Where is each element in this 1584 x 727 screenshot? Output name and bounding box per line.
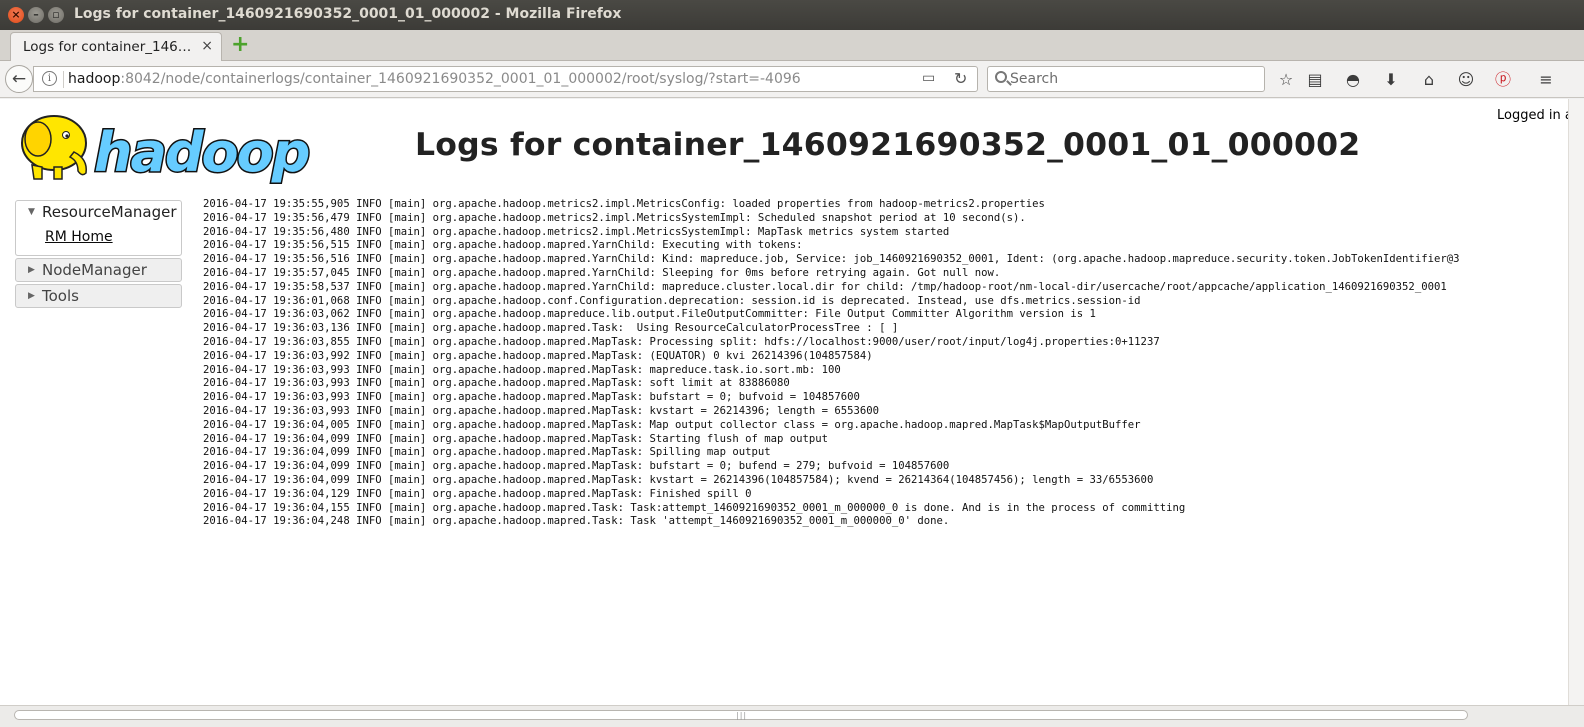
log-line: 2016-04-17 19:36:04,005 INFO [main] org.… <box>203 418 1141 431</box>
elephant-icon <box>21 115 87 180</box>
navigation-toolbar: ← i hadoop:8042/node/containerlogs/conta… <box>0 61 1584 98</box>
url-bar[interactable]: i hadoop:8042/node/containerlogs/contain… <box>33 66 978 92</box>
log-line: 2016-04-17 19:35:56,480 INFO [main] org.… <box>203 225 950 238</box>
log-line: 2016-04-17 19:35:58,537 INFO [main] org.… <box>203 280 1447 293</box>
nav-header-label: NodeManager <box>42 261 147 279</box>
log-line: 2016-04-17 19:36:04,099 INFO [main] org.… <box>203 460 950 473</box>
chevron-down-icon: ▼ <box>28 207 35 217</box>
pinterest-icon[interactable]: ⓟ <box>1493 70 1513 90</box>
chevron-right-icon: ▶ <box>28 291 35 301</box>
pocket-icon[interactable]: ◓ <box>1343 70 1363 90</box>
back-button[interactable]: ← <box>5 65 33 93</box>
log-line: 2016-04-17 19:35:56,515 INFO [main] org.… <box>203 239 803 252</box>
window-close-button[interactable]: × <box>8 7 24 23</box>
reload-icon[interactable]: ↻ <box>954 69 967 88</box>
log-line: 2016-04-17 19:36:04,099 INFO [main] org.… <box>203 473 1154 486</box>
log-line: 2016-04-17 19:35:57,045 INFO [main] org.… <box>203 266 1001 279</box>
download-icon[interactable]: ⬇ <box>1381 70 1401 90</box>
smiley-icon[interactable]: ☺ <box>1456 70 1476 90</box>
nav-body-resourcemanager: RM Home <box>15 224 182 256</box>
chevron-right-icon: ▶ <box>28 265 35 275</box>
log-line: 2016-04-17 19:36:03,855 INFO [main] org.… <box>203 335 1160 348</box>
new-tab-button[interactable]: + <box>231 34 249 56</box>
window-maximize-button[interactable]: ▫ <box>48 7 64 23</box>
log-line: 2016-04-17 19:36:04,155 INFO [main] org.… <box>203 501 1186 514</box>
tab-close-icon[interactable]: × <box>201 38 213 54</box>
nav-header-nodemanager[interactable]: ▶ NodeManager <box>15 258 182 282</box>
url-host: hadoop <box>68 71 121 87</box>
log-line: 2016-04-17 19:36:03,993 INFO [main] org.… <box>203 377 790 390</box>
page-content: hadoop Logged in a Logs for container_14… <box>0 99 1568 705</box>
log-line: 2016-04-17 19:36:04,099 INFO [main] org.… <box>203 446 771 459</box>
log-line: 2016-04-17 19:35:55,905 INFO [main] org.… <box>203 198 1045 210</box>
log-line: 2016-04-17 19:35:56,479 INFO [main] org.… <box>203 211 1026 224</box>
nav-section-tools: ▶ Tools <box>15 284 182 308</box>
horizontal-scrollbar[interactable]: ||| <box>0 705 1584 727</box>
tab-strip: Logs for container_146… × + <box>0 30 1584 62</box>
log-line: 2016-04-17 19:36:03,993 INFO [main] org.… <box>203 404 880 417</box>
logged-in-text: Logged in a <box>1497 108 1568 123</box>
search-input[interactable] <box>1010 70 1260 88</box>
hadoop-logo[interactable]: hadoop <box>14 107 314 185</box>
logo-wordmark: hadoop <box>94 121 309 184</box>
log-line: 2016-04-17 19:36:03,993 INFO [main] org.… <box>203 363 841 376</box>
nav-header-label: ResourceManager <box>42 203 177 221</box>
nav-header-label: Tools <box>42 287 79 305</box>
url-separator <box>63 71 64 88</box>
window-title: Logs for container_1460921690352_0001_01… <box>74 6 622 22</box>
log-line: 2016-04-17 19:36:03,993 INFO [main] org.… <box>203 391 860 404</box>
log-output: 2016-04-17 19:35:55,905 INFO [main] org.… <box>203 198 1459 529</box>
nav-header-tools[interactable]: ▶ Tools <box>15 284 182 308</box>
bookmark-star-icon[interactable]: ☆ <box>1276 70 1296 90</box>
search-icon <box>995 71 1007 83</box>
page-title: Logs for container_1460921690352_0001_01… <box>415 127 1361 163</box>
log-line: 2016-04-17 19:36:04,099 INFO [main] org.… <box>203 432 829 445</box>
vertical-scroll-edge <box>1568 99 1584 705</box>
tab-title: Logs for container_146… <box>23 39 192 55</box>
window-minimize-button[interactable]: – <box>28 7 44 23</box>
reading-list-icon[interactable]: ▤ <box>1305 70 1325 90</box>
home-icon[interactable]: ⌂ <box>1419 70 1439 90</box>
side-nav: ▼ ResourceManager RM Home ▶ NodeManager … <box>15 200 182 310</box>
log-line: 2016-04-17 19:36:01,068 INFO [main] org.… <box>203 294 1141 307</box>
search-bar[interactable] <box>987 66 1265 92</box>
log-line: 2016-04-17 19:36:03,992 INFO [main] org.… <box>203 349 873 362</box>
nav-section-nodemanager: ▶ NodeManager <box>15 258 182 282</box>
log-line: 2016-04-17 19:36:04,248 INFO [main] org.… <box>203 515 950 528</box>
url-text[interactable]: hadoop:8042/node/containerlogs/container… <box>68 71 801 87</box>
log-line: 2016-04-17 19:36:04,129 INFO [main] org.… <box>203 487 752 500</box>
nav-section-resourcemanager: ▼ ResourceManager RM Home <box>15 200 182 256</box>
log-line: 2016-04-17 19:36:03,062 INFO [main] org.… <box>203 308 1096 321</box>
site-info-icon[interactable]: i <box>42 71 57 86</box>
tab-active[interactable]: Logs for container_146… × <box>10 32 222 62</box>
scrollbar-grip: ||| <box>736 711 748 720</box>
rm-home-link[interactable]: RM Home <box>45 229 113 245</box>
log-line: 2016-04-17 19:36:03,136 INFO [main] org.… <box>203 322 899 335</box>
nav-header-resourcemanager[interactable]: ▼ ResourceManager <box>15 200 182 224</box>
menu-icon[interactable]: ≡ <box>1536 70 1556 90</box>
url-path: :8042/node/containerlogs/container_14609… <box>120 71 801 87</box>
log-line: 2016-04-17 19:35:56,516 INFO [main] org.… <box>203 253 1460 266</box>
reader-view-icon[interactable]: ▭ <box>922 70 935 86</box>
window-titlebar: × – ▫ Logs for container_1460921690352_0… <box>0 0 1584 30</box>
